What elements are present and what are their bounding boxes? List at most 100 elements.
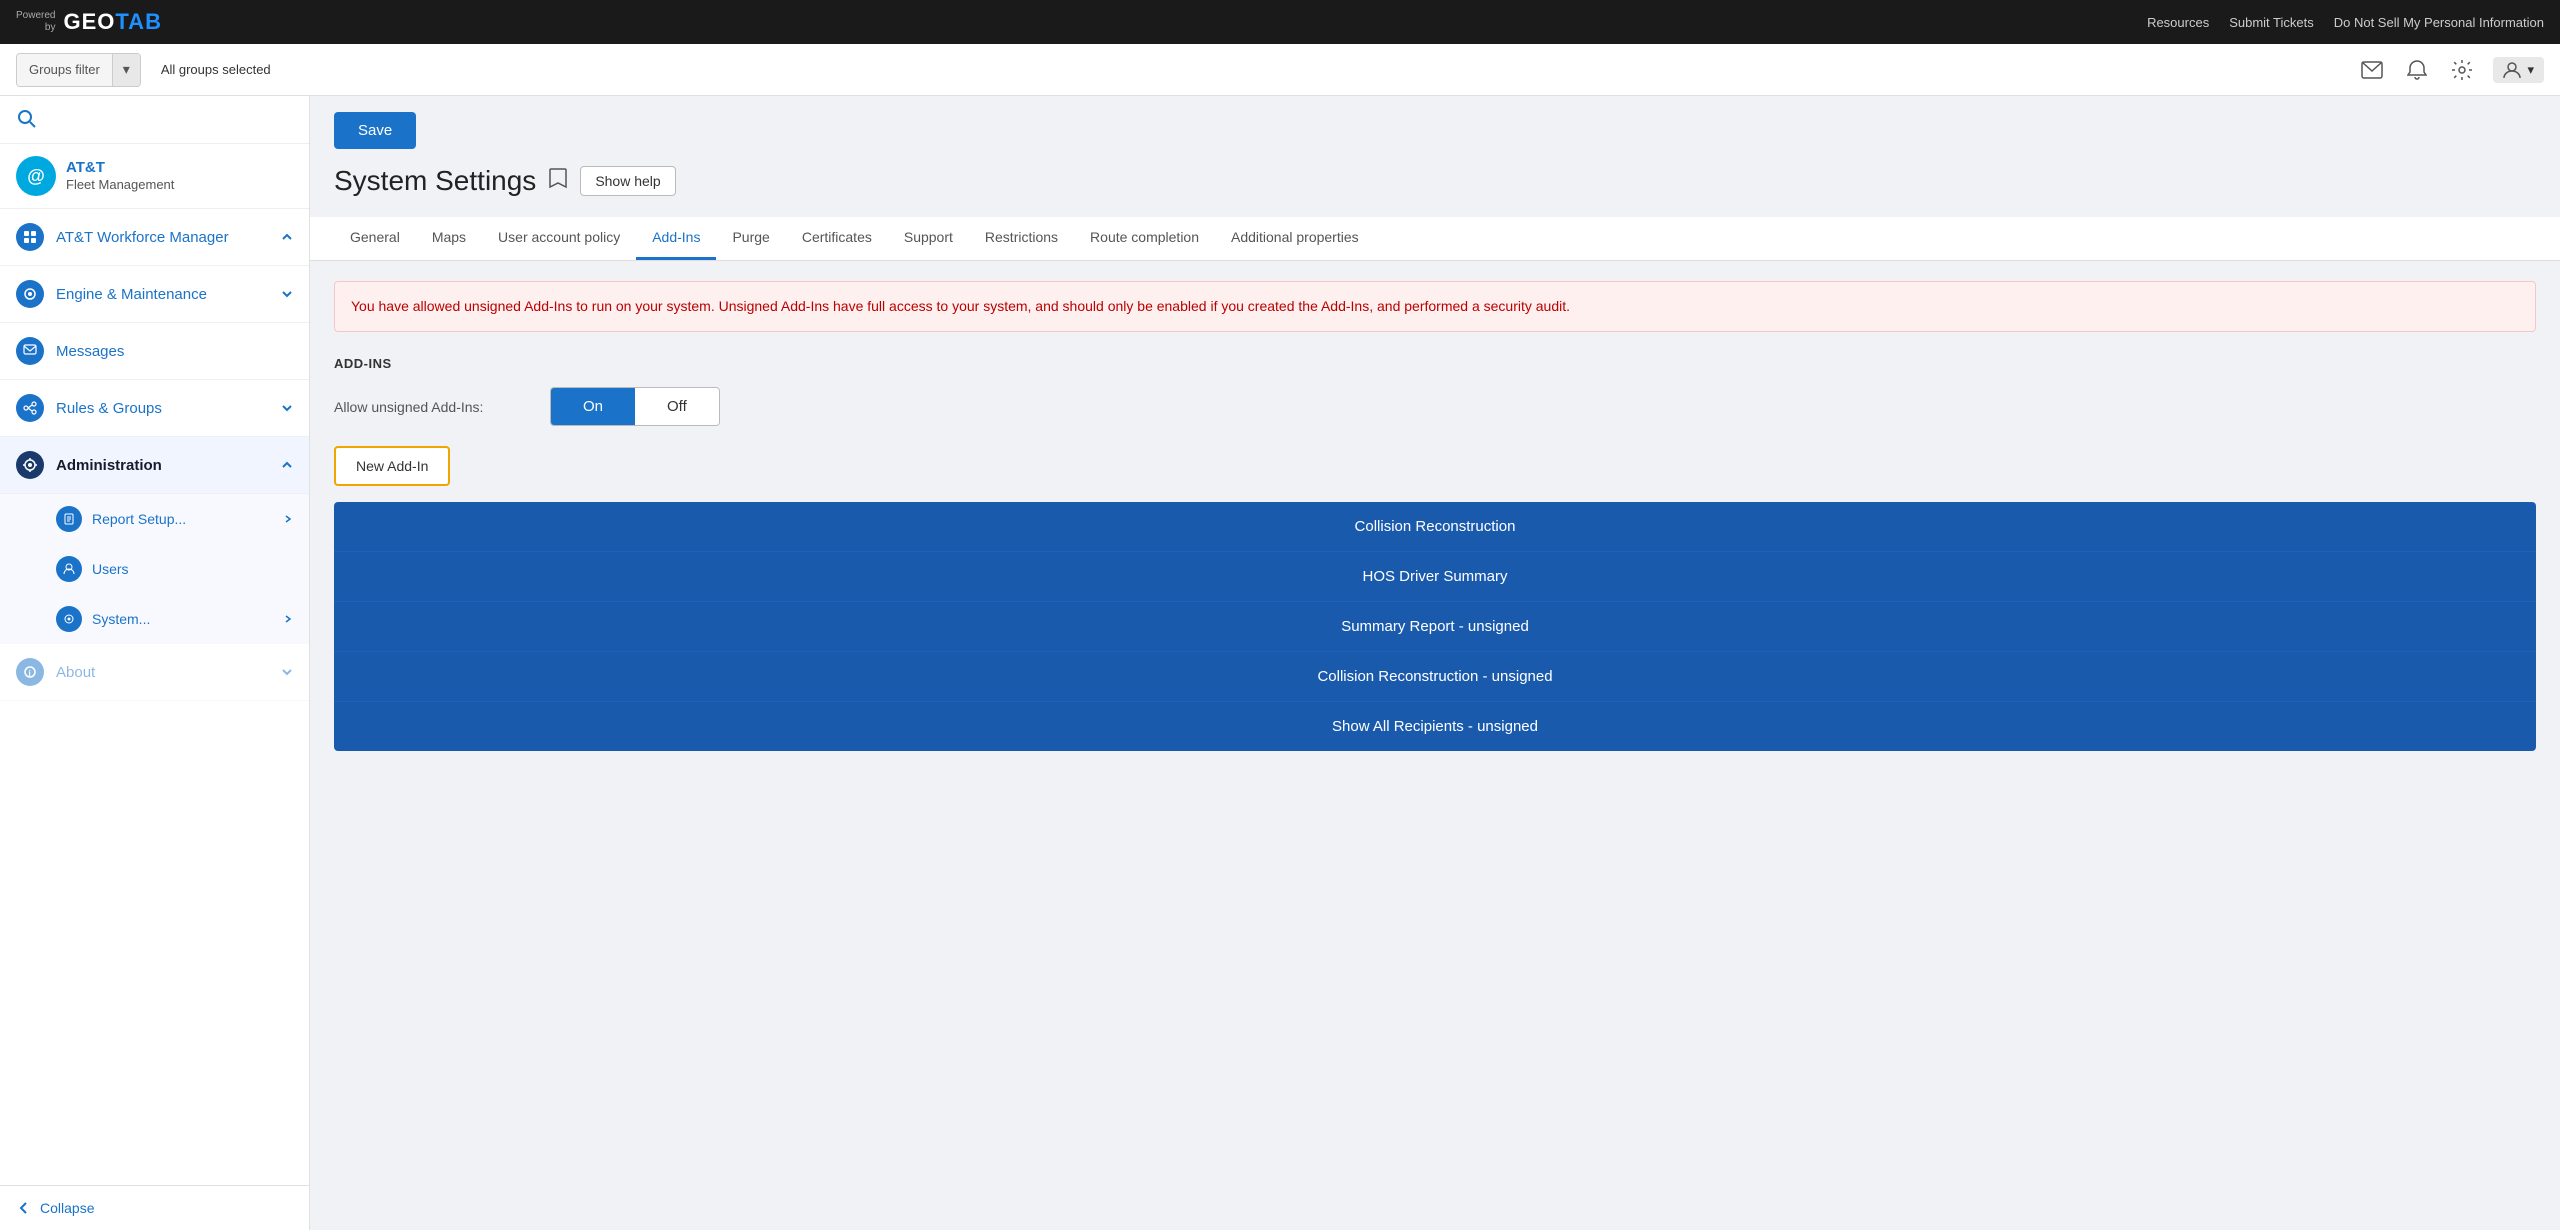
app-layout: @ AT&T Fleet Management AT&T Workforce M… <box>0 96 2560 1230</box>
fleet-management-label: Fleet Management <box>66 177 174 194</box>
system-chevron-icon <box>283 614 293 624</box>
save-button[interactable]: Save <box>334 112 416 149</box>
groups-filter-dropdown-icon[interactable]: ▾ <box>112 53 140 87</box>
warning-text: You have allowed unsigned Add-Ins to run… <box>351 298 1570 314</box>
all-groups-text: All groups selected <box>161 62 271 77</box>
addin-item-collision-reconstruction-unsigned[interactable]: Collision Reconstruction - unsigned <box>334 652 2536 702</box>
tab-general[interactable]: General <box>334 217 416 260</box>
addin-item-hos-driver-summary[interactable]: HOS Driver Summary <box>334 552 2536 602</box>
tabs-bar: General Maps User account policy Add-Ins… <box>310 217 2560 261</box>
collapse-button[interactable]: Collapse <box>0 1185 309 1230</box>
users-label: Users <box>92 561 293 577</box>
unsigned-addins-toggle[interactable]: On Off <box>550 387 720 426</box>
submit-tickets-link[interactable]: Submit Tickets <box>2229 15 2314 30</box>
rules-chevron-icon <box>281 402 293 414</box>
top-nav-links: Resources Submit Tickets Do Not Sell My … <box>2147 15 2544 30</box>
tab-support[interactable]: Support <box>888 217 969 260</box>
engine-icon <box>16 280 44 308</box>
username-display: ▾ <box>2527 62 2534 78</box>
engine-chevron-icon <box>281 288 293 300</box>
sidebar-sub-report-setup[interactable]: Report Setup... <box>0 494 309 544</box>
new-addin-button[interactable]: New Add-In <box>334 446 450 486</box>
main-content: Save System Settings Show help General M… <box>310 96 2560 1230</box>
sidebar-item-workforce[interactable]: AT&T Workforce Manager <box>0 209 309 266</box>
messages-icon <box>16 337 44 365</box>
user-menu-button[interactable]: ▾ <box>2493 57 2544 83</box>
workforce-icon <box>16 223 44 251</box>
sidebar-sub-system[interactable]: System... <box>0 594 309 644</box>
administration-label: Administration <box>56 457 269 474</box>
bell-icon-button[interactable] <box>2403 55 2431 85</box>
page-title-area: System Settings Show help <box>334 165 2536 197</box>
att-name: AT&T <box>66 158 174 178</box>
warning-banner: You have allowed unsigned Add-Ins to run… <box>334 281 2536 332</box>
rules-label: Rules & Groups <box>56 400 269 417</box>
sidebar-item-about[interactable]: i About <box>0 644 309 701</box>
report-setup-chevron-icon <box>283 514 293 524</box>
powered-by-text: Powered by <box>16 10 55 34</box>
gear-icon-button[interactable] <box>2447 55 2477 85</box>
sidebar-item-administration[interactable]: Administration <box>0 437 309 494</box>
tab-restrictions[interactable]: Restrictions <box>969 217 1074 260</box>
about-label: About <box>56 664 269 681</box>
sidebar-item-engine[interactable]: Engine & Maintenance <box>0 266 309 323</box>
tab-addins[interactable]: Add-Ins <box>636 217 716 260</box>
sidebar-search-area <box>0 96 309 144</box>
workforce-chevron-icon <box>281 231 293 243</box>
addin-item-collision-reconstruction[interactable]: Collision Reconstruction <box>334 502 2536 552</box>
administration-chevron-icon <box>281 459 293 471</box>
groups-filter-label: Groups filter <box>17 53 112 87</box>
search-icon <box>16 108 36 128</box>
about-icon: i <box>16 658 44 686</box>
report-setup-icon <box>56 506 82 532</box>
do-not-sell-link[interactable]: Do Not Sell My Personal Information <box>2334 15 2544 30</box>
engine-label: Engine & Maintenance <box>56 286 269 303</box>
workforce-label: AT&T Workforce Manager <box>56 229 269 246</box>
sidebar-sub-users[interactable]: Users <box>0 544 309 594</box>
system-label: System... <box>92 611 273 627</box>
top-nav-logo-area: Powered by GEOTAB <box>16 9 162 35</box>
administration-icon <box>16 451 44 479</box>
system-icon <box>56 606 82 632</box>
users-icon <box>56 556 82 582</box>
tab-additional-properties[interactable]: Additional properties <box>1215 217 1375 260</box>
addin-item-show-all-recipients-unsigned[interactable]: Show All Recipients - unsigned <box>334 702 2536 751</box>
second-bar-right-icons: ▾ <box>2357 55 2544 85</box>
content-body: You have allowed unsigned Add-Ins to run… <box>310 261 2560 771</box>
show-help-button[interactable]: Show help <box>580 166 675 196</box>
toggle-on-option[interactable]: On <box>551 388 635 425</box>
tab-user-account-policy[interactable]: User account policy <box>482 217 636 260</box>
svg-text:i: i <box>29 669 31 678</box>
collapse-label: Collapse <box>40 1200 94 1216</box>
addins-section-title: ADD-INS <box>334 356 2536 371</box>
second-bar: Groups filter ▾ All groups selected ▾ <box>0 44 2560 96</box>
tab-maps[interactable]: Maps <box>416 217 482 260</box>
rules-icon <box>16 394 44 422</box>
resources-link[interactable]: Resources <box>2147 15 2209 30</box>
logo-text: GEOTAB <box>63 9 162 35</box>
collapse-arrow-icon <box>16 1200 32 1216</box>
unsigned-addins-toggle-row: Allow unsigned Add-Ins: On Off <box>334 387 2536 426</box>
sidebar-item-rules[interactable]: Rules & Groups <box>0 380 309 437</box>
toggle-label: Allow unsigned Add-Ins: <box>334 399 534 415</box>
addin-list: Collision Reconstruction HOS Driver Summ… <box>334 502 2536 751</box>
bookmark-icon[interactable] <box>548 167 568 195</box>
top-nav-bar: Powered by GEOTAB Resources Submit Ticke… <box>0 0 2560 44</box>
geotab-logo: Powered by GEOTAB <box>16 9 162 35</box>
groups-filter[interactable]: Groups filter ▾ <box>16 53 141 87</box>
sidebar-item-messages[interactable]: Messages <box>0 323 309 380</box>
toggle-off-option[interactable]: Off <box>635 388 719 425</box>
about-chevron-icon <box>281 666 293 678</box>
tab-purge[interactable]: Purge <box>716 217 785 260</box>
messages-label: Messages <box>56 343 293 360</box>
content-header: Save System Settings Show help <box>310 96 2560 197</box>
tab-route-completion[interactable]: Route completion <box>1074 217 1215 260</box>
sidebar-logo-area: @ AT&T Fleet Management <box>0 144 309 209</box>
page-title: System Settings <box>334 165 536 197</box>
report-setup-label: Report Setup... <box>92 511 273 527</box>
att-logo-circle: @ <box>16 156 56 196</box>
email-icon-button[interactable] <box>2357 57 2387 83</box>
sidebar: @ AT&T Fleet Management AT&T Workforce M… <box>0 96 310 1230</box>
tab-certificates[interactable]: Certificates <box>786 217 888 260</box>
addin-item-summary-report-unsigned[interactable]: Summary Report - unsigned <box>334 602 2536 652</box>
